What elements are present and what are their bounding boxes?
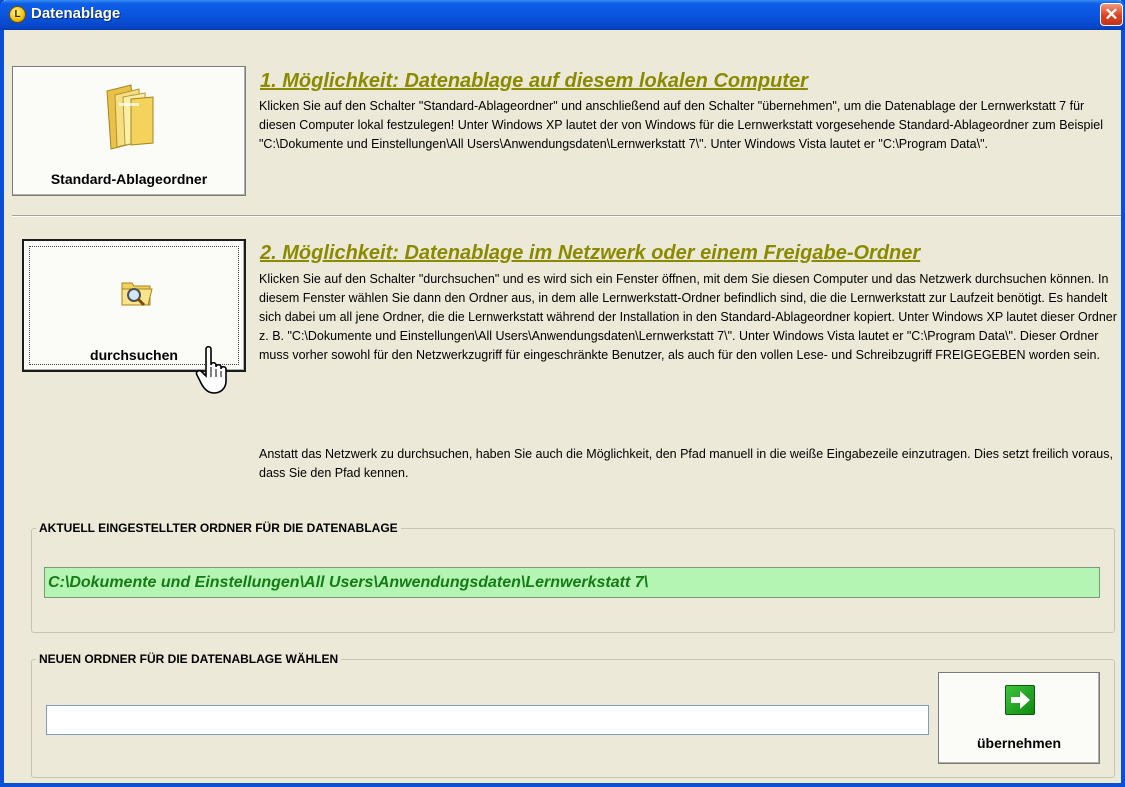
option2-heading: 2. Möglichkeit: Datenablage im Netzwerk …	[260, 242, 921, 264]
new-folder-path-input[interactable]	[46, 705, 929, 735]
uebernehmen-label: übernehmen	[976, 735, 1061, 751]
section-divider	[12, 215, 1121, 217]
arrow-right-icon	[1005, 685, 1035, 715]
option1-heading: 1. Möglichkeit: Datenablage auf diesem l…	[260, 70, 808, 92]
current-folder-legend: AKTUELL EINGESTELLTER ORDNER FÜR DIE DAT…	[39, 521, 398, 535]
hand-cursor-icon	[195, 345, 227, 394]
folder-search-icon	[121, 282, 153, 307]
close-button[interactable]: ✕	[1100, 3, 1123, 26]
option2-description: Klicken Sie auf den Schalter "durchsuche…	[259, 272, 1117, 362]
option2-manual-hint: Anstatt das Netzwerk zu durchsuchen, hab…	[259, 447, 1113, 480]
uebernehmen-button[interactable]: übernehmen	[938, 672, 1100, 764]
folder-icon	[106, 84, 154, 150]
window-title: Datenablage	[31, 5, 121, 22]
title-bar[interactable]: L Datenablage ✕	[0, 0, 1125, 30]
standard-ablageordner-button[interactable]: Standard-Ablageordner	[12, 66, 246, 196]
app-clock-icon: L	[9, 6, 26, 23]
current-folder-path: C:\Dokumente und Einstellungen\All Users…	[44, 567, 1100, 598]
standard-ablageordner-label: Standard-Ablageordner	[50, 171, 208, 187]
option1-description: Klicken Sie auf den Schalter "Standard-A…	[259, 99, 1103, 151]
new-folder-legend: NEUEN ORDNER FÜR DIE DATENABLAGE WÄHLEN	[39, 652, 339, 666]
